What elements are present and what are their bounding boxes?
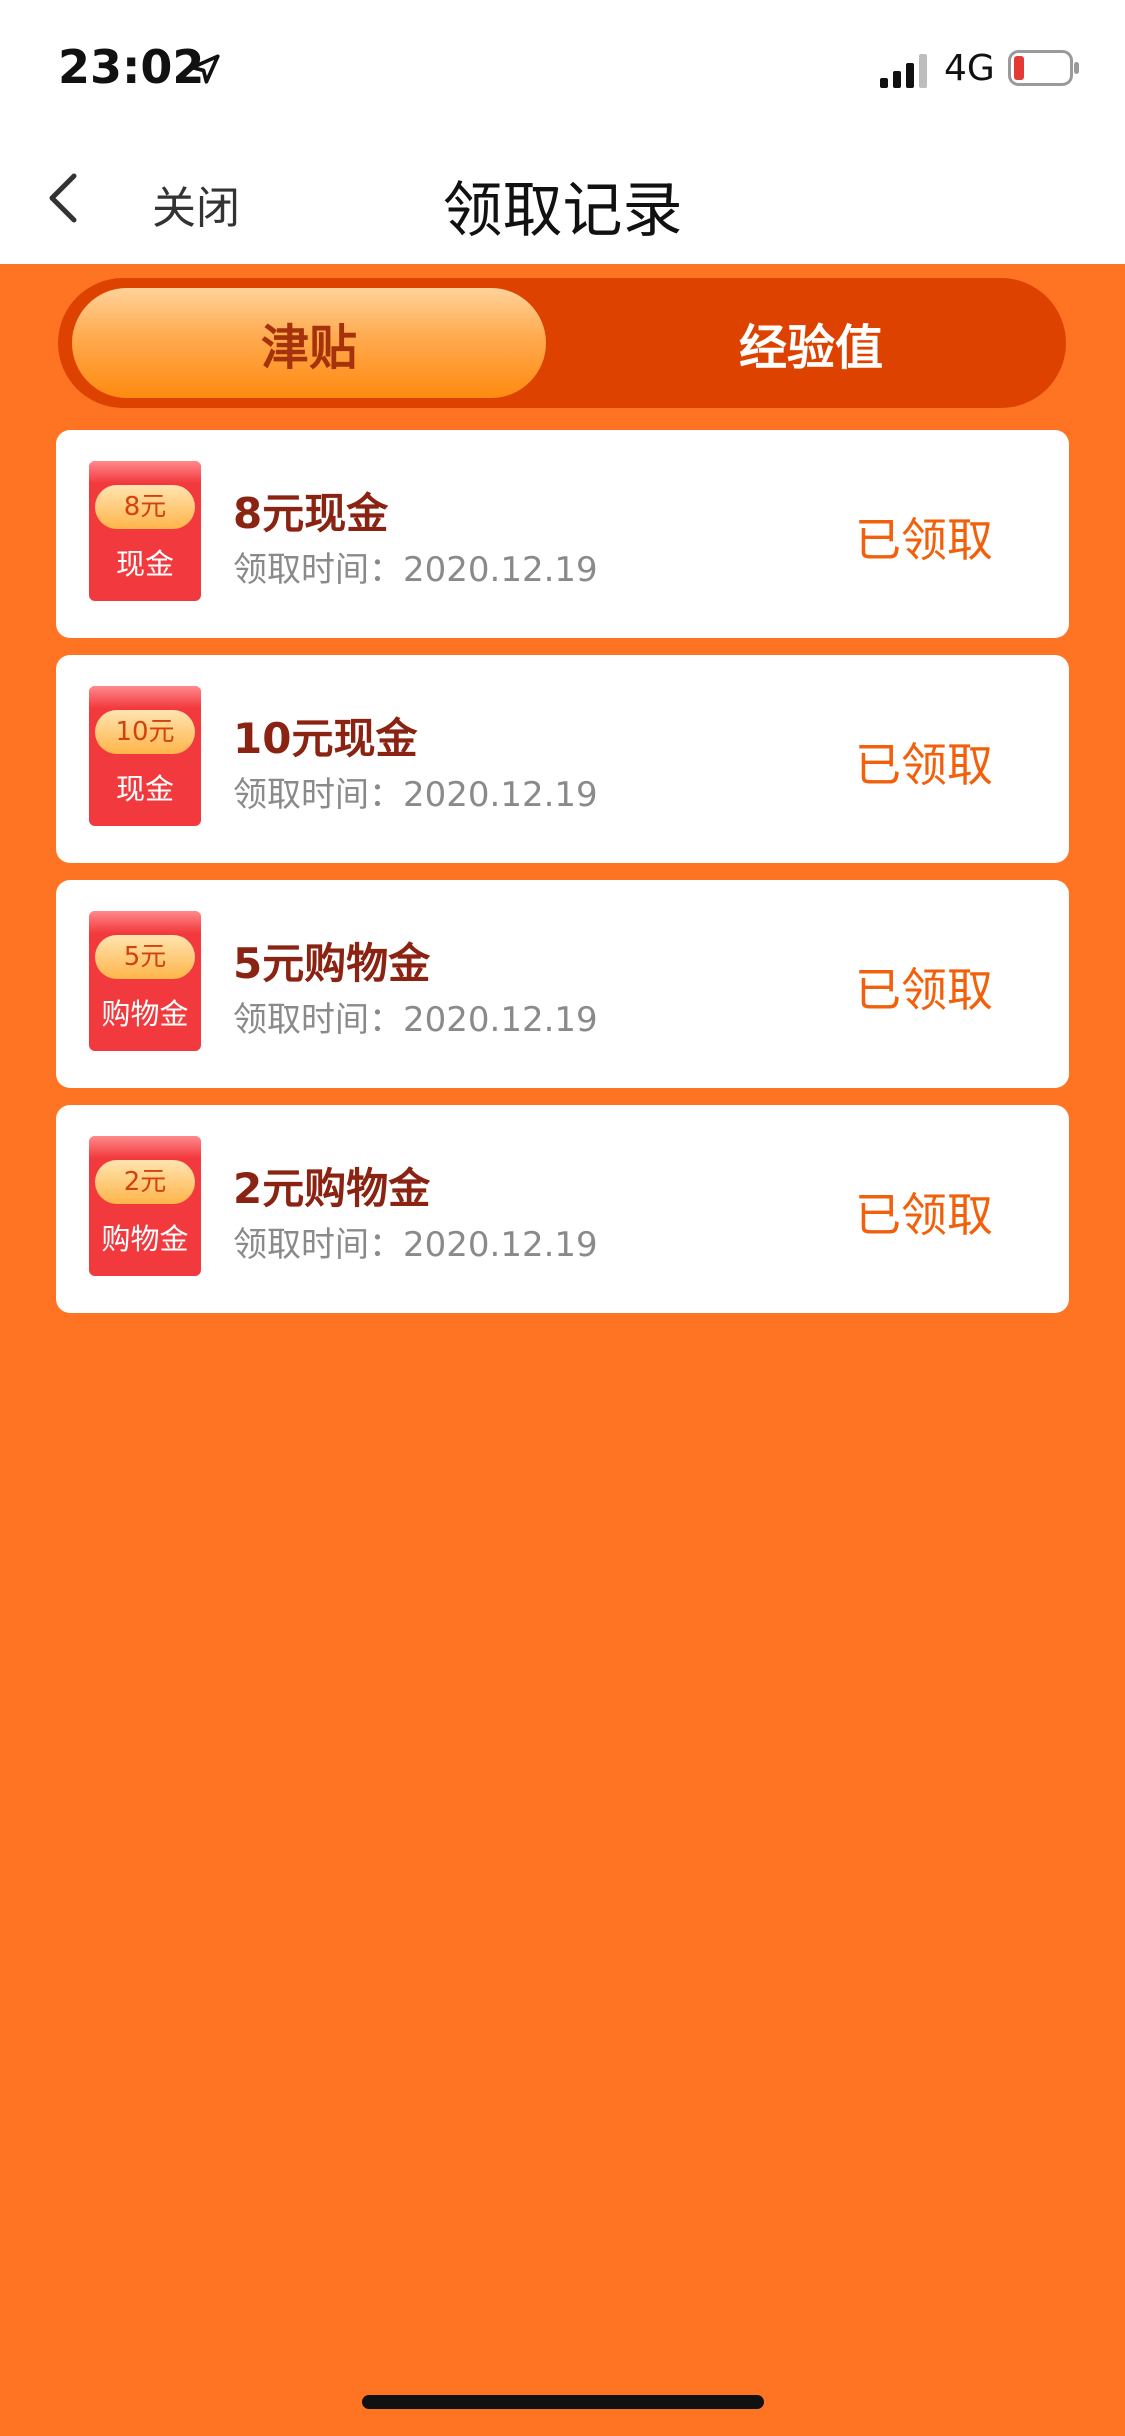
- record-title: 8元现金: [233, 489, 389, 538]
- badge-amount: 5元: [95, 935, 195, 979]
- record-status: 已领取: [855, 1188, 993, 1242]
- tab-experience[interactable]: 经验值: [566, 288, 1056, 398]
- record-status: 已领取: [855, 513, 993, 567]
- record-time: 领取时间：2020.12.19: [233, 550, 598, 590]
- reward-badge: 10元 现金: [89, 686, 201, 826]
- record-title: 2元购物金: [233, 1164, 431, 1213]
- record-time: 领取时间：2020.12.19: [233, 1000, 598, 1040]
- record-card: 8元 现金 8元现金 领取时间：2020.12.19 已领取: [56, 430, 1069, 638]
- badge-label: 购物金: [101, 1222, 189, 1256]
- badge-amount: 8元: [95, 485, 195, 529]
- record-time: 领取时间：2020.12.19: [233, 1225, 598, 1265]
- badge-amount: 10元: [95, 710, 195, 754]
- reward-badge: 2元 购物金: [89, 1136, 201, 1276]
- signal-icon: [880, 54, 927, 88]
- status-bar: 23:02 4G: [0, 0, 1125, 132]
- tab-allowance[interactable]: 津贴: [72, 288, 546, 398]
- record-time: 领取时间：2020.12.19: [233, 775, 598, 815]
- location-arrow-icon: [190, 54, 220, 84]
- record-card: 5元 购物金 5元购物金 领取时间：2020.12.19 已领取: [56, 880, 1069, 1088]
- badge-label: 现金: [115, 547, 174, 581]
- record-card: 10元 现金 10元现金 领取时间：2020.12.19 已领取: [56, 655, 1069, 863]
- badge-label: 现金: [115, 772, 174, 806]
- home-indicator[interactable]: [362, 2395, 764, 2409]
- record-status: 已领取: [855, 963, 993, 1017]
- reward-badge: 8元 现金: [89, 461, 201, 601]
- record-card: 2元 购物金 2元购物金 领取时间：2020.12.19 已领取: [56, 1105, 1069, 1313]
- page-title: 领取记录: [442, 176, 683, 246]
- battery-icon: [1008, 50, 1079, 86]
- segmented-tabs: 津贴 经验值: [58, 278, 1066, 408]
- record-title: 5元购物金: [233, 939, 431, 988]
- badge-amount: 2元: [95, 1160, 195, 1204]
- reward-badge: 5元 购物金: [89, 911, 201, 1051]
- nav-bar: 关闭 领取记录: [0, 132, 1125, 264]
- badge-label: 购物金: [101, 997, 189, 1031]
- record-list: 8元 现金 8元现金 领取时间：2020.12.19 已领取 10元 现金 10…: [56, 430, 1069, 1330]
- status-time: 23:02: [58, 40, 205, 94]
- record-status: 已领取: [855, 738, 993, 792]
- network-type: 4G: [944, 48, 995, 89]
- record-title: 10元现金: [233, 714, 418, 763]
